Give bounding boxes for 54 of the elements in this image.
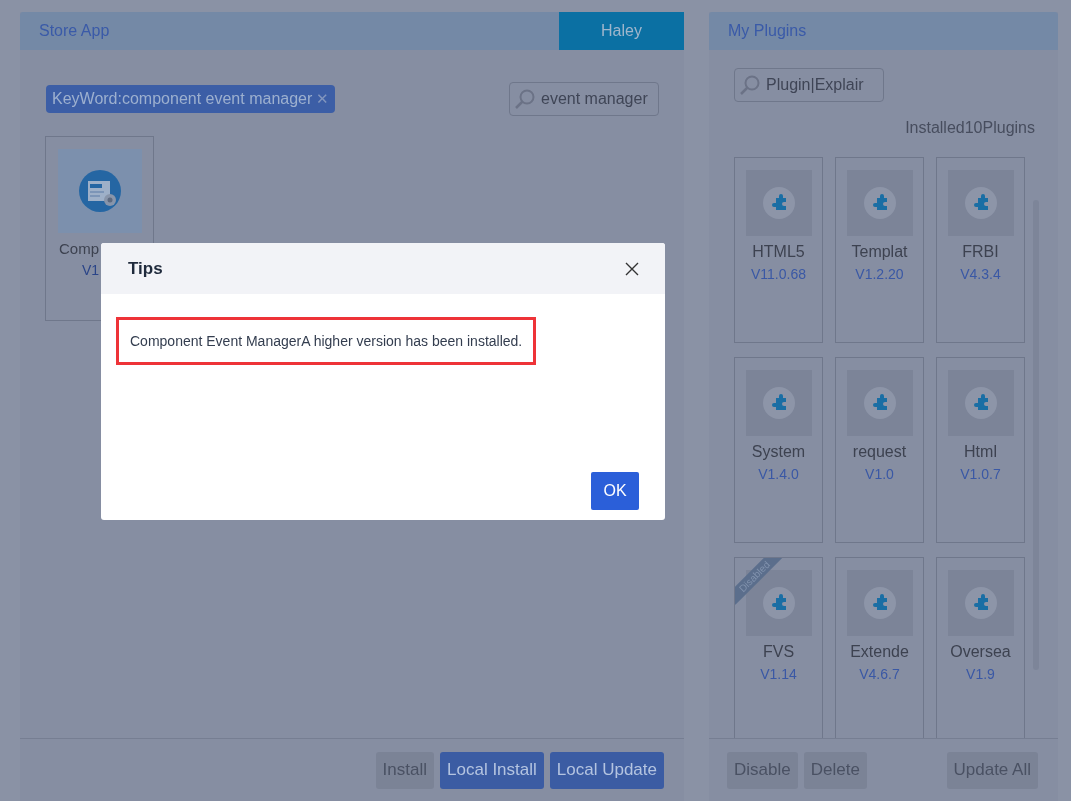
plugin-version: V1.4.0 <box>758 466 799 482</box>
search-field[interactable]: event manager <box>509 82 659 116</box>
puzzle-icon <box>846 570 913 636</box>
plugin-card[interactable]: Oversea V1.9 <box>936 557 1025 738</box>
plugin-name: request <box>852 443 907 461</box>
close-icon[interactable]: ✕ <box>316 90 330 108</box>
action-button[interactable]: Local Install <box>440 751 544 789</box>
plugin-card[interactable]: FRBI V4.3.4 <box>936 157 1025 343</box>
search-icon <box>738 73 762 97</box>
panel-title: My Plugins <box>727 21 808 41</box>
plugin-card[interactable]: Html V1.0.7 <box>936 357 1025 543</box>
user-tab[interactable]: Haley <box>559 12 684 50</box>
plugin-version: V1.0.7 <box>960 466 1001 482</box>
plugin-name: Extende <box>850 643 909 661</box>
plugin-name: Templat <box>851 243 908 261</box>
search-field[interactable]: Plugin|Explair <box>734 68 884 102</box>
plugin-name: FRBI <box>962 243 999 261</box>
search-input[interactable]: Plugin|Explair <box>766 76 880 94</box>
plugin-version: V4.3.4 <box>960 266 1001 282</box>
ok-button[interactable]: OK <box>591 472 639 510</box>
installed-count: Installed10Plugins <box>904 118 1036 137</box>
panel-title: Store App <box>38 21 111 41</box>
puzzle-icon <box>947 570 1014 636</box>
search-icon <box>513 87 537 111</box>
keyword-label: KeyWord:component event manager <box>52 90 313 108</box>
plugin-version: V1.14 <box>760 666 797 682</box>
plugin-name: Html <box>964 443 997 461</box>
app-name: Comp <box>59 240 99 257</box>
puzzle-icon <box>745 170 812 236</box>
plugin-version: V1.2.20 <box>855 266 904 282</box>
plugin-version: V1.0 <box>865 466 894 482</box>
plugin-name: HTML5 <box>752 243 805 261</box>
plugin-card[interactable]: request V1.0 <box>835 357 924 543</box>
dialog-message: Component Event ManagerA higher version has been installed. <box>116 317 537 365</box>
plugin-version: V4.6.7 <box>859 666 900 682</box>
plugin-name: FVS <box>762 643 795 661</box>
calendar-icon <box>58 149 142 233</box>
puzzle-icon <box>745 370 812 436</box>
puzzle-icon <box>846 170 913 236</box>
close-icon[interactable] <box>625 261 639 276</box>
plugin-version: V1.9 <box>966 666 995 682</box>
plugin-card[interactable]: System V1.4.0 <box>734 357 823 543</box>
plugin-name: Oversea <box>950 643 1011 661</box>
plugin-name: System <box>751 443 806 461</box>
plugin-card[interactable]: HTML5 V11.0.68 <box>734 157 823 343</box>
puzzle-icon <box>846 370 913 436</box>
plugin-version: V11.0.68 <box>751 266 806 282</box>
plugin-card[interactable]: Extende V4.6.7 <box>835 557 924 738</box>
action-button[interactable]: Local Update <box>549 751 664 789</box>
puzzle-icon <box>947 370 1014 436</box>
app-version: V1 <box>82 262 100 278</box>
search-input[interactable]: event manager <box>541 90 655 108</box>
plugin-card[interactable]: Templat V1.2.20 <box>835 157 924 343</box>
puzzle-icon <box>947 170 1014 236</box>
